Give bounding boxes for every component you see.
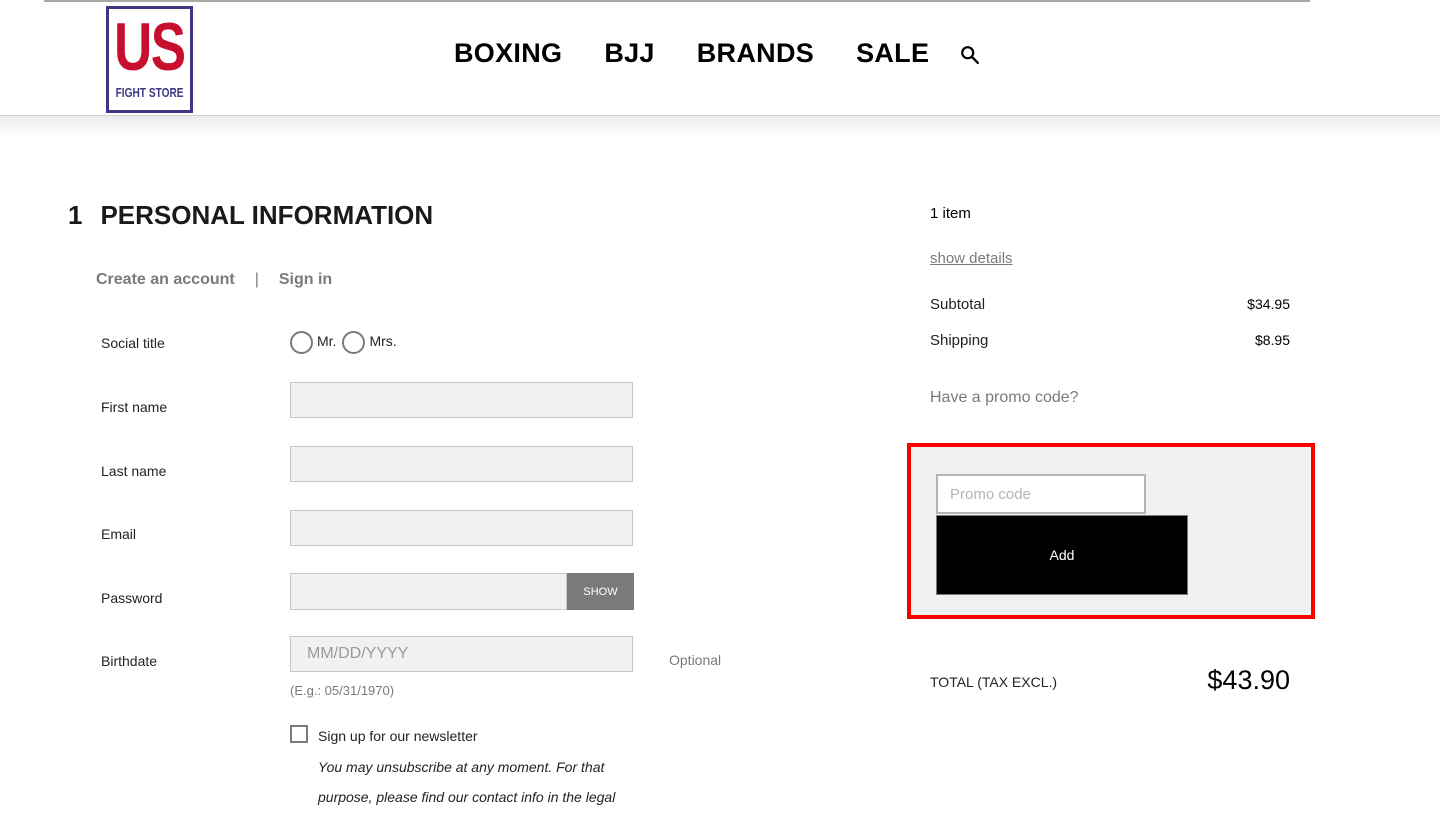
birthdate-optional-note: Optional [669,652,722,668]
newsletter-checkbox[interactable] [290,725,308,743]
total-label: TOTAL (TAX EXCL.) [930,674,1058,690]
shipping-value: $8.95 [1254,332,1290,348]
header-shadow [0,116,1440,138]
password-field: SHOW [290,573,634,610]
logo-us-text: US [114,9,186,85]
total-value: $43.90 [1207,665,1290,695]
birthdate-input[interactable] [290,636,633,672]
site-header: US FIGHT STORE BOXING BJJ BRANDS SALE [0,2,1440,116]
birthdate-label: Birthdate [101,653,158,669]
radio-mrs[interactable] [342,331,366,354]
auth-links: Create an account | Sign in [96,271,332,289]
show-password-button[interactable]: SHOW [567,573,634,610]
last-name-input[interactable] [290,446,633,482]
radio-mr[interactable] [290,331,313,354]
search-icon[interactable] [959,44,981,66]
email-input[interactable] [290,510,633,546]
nav-sale[interactable]: SALE [856,38,929,69]
separator: | [254,271,259,288]
nav-boxing[interactable]: BOXING [454,38,562,69]
newsletter-note: You may unsubscribe at any moment. For t… [318,759,616,805]
social-title-radio-group: Mr. Mrs. [290,331,403,354]
promo-code-toggle[interactable]: Have a promo code? [930,389,1079,407]
last-name-label: Last name [101,463,167,479]
sign-in-link[interactable]: Sign in [279,271,332,289]
promo-code-input[interactable] [936,474,1146,514]
subtotal-label: Subtotal [930,296,986,313]
step-title: PERSONAL INFORMATION [100,200,434,230]
add-promo-button[interactable]: Add [936,515,1188,595]
step-number: 1 [68,200,83,230]
shipping-label: Shipping [930,332,989,349]
promo-code-panel: Add [907,443,1315,619]
section-title: 1 PERSONAL INFORMATION [68,200,433,231]
cart-items-count: 1 item [930,205,971,222]
first-name-label: First name [101,399,168,415]
newsletter-label: Sign up for our newsletter [318,728,478,744]
radio-mr-label: Mr. [317,332,337,349]
social-title-label: Social title [101,335,165,351]
subtotal-row: Subtotal $34.95 [930,296,1290,313]
password-input[interactable] [290,573,567,610]
birthdate-example: (E.g.: 05/31/1970) [290,683,395,698]
nav-brands[interactable]: BRANDS [697,38,814,69]
show-details-link[interactable]: show details [930,250,1013,267]
subtotal-value: $34.95 [1247,296,1290,312]
create-account-link[interactable]: Create an account [96,271,235,289]
password-label: Password [101,590,163,606]
first-name-input[interactable] [290,382,633,418]
radio-mrs-label: Mrs. [369,332,397,349]
store-logo[interactable]: US FIGHT STORE [106,6,193,113]
email-label: Email [101,526,137,542]
main-nav: BOXING BJJ BRANDS SALE [454,38,981,69]
nav-bjj[interactable]: BJJ [604,38,654,69]
shipping-row: Shipping $8.95 [930,332,1290,349]
logo-fight-store-text: FIGHT STORE [115,85,184,100]
